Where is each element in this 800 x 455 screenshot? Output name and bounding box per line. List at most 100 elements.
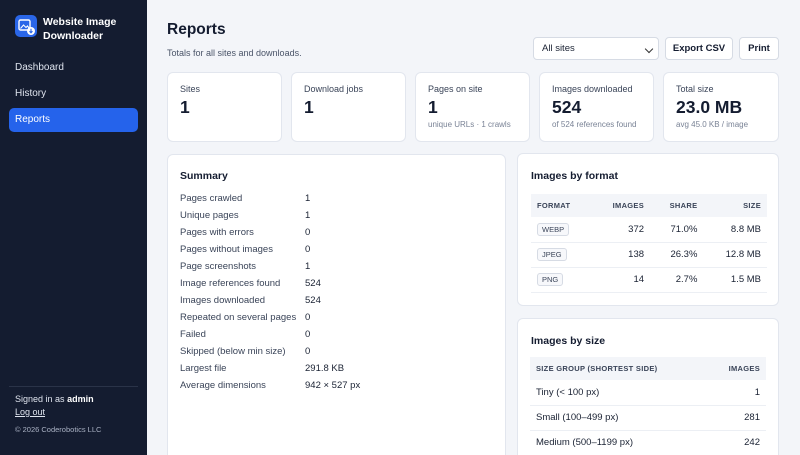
summary-value: 0	[305, 329, 311, 340]
format-cell: PNG	[531, 267, 592, 293]
stat-value: 1	[304, 97, 314, 117]
brand-name: Website Image Downloader	[43, 16, 117, 42]
stat-label: Total size	[676, 84, 714, 94]
stat-subtext: unique URLs · 1 crawls	[428, 120, 511, 129]
format-cell: WEBP	[531, 217, 592, 243]
sidebar-divider	[9, 386, 138, 387]
summary-row: Failed 0	[180, 329, 360, 346]
page-subtitle: Totals for all sites and downloads.	[167, 48, 302, 58]
share-cell: 2.7%	[650, 267, 704, 293]
stat-subtext: of 524 references found	[552, 120, 637, 129]
summary-key: Pages without images	[180, 244, 273, 255]
images-cell: 242	[708, 430, 766, 455]
column-header: SIZE GROUP (SHORTEST SIDE)	[530, 357, 709, 380]
print-button[interactable]: Print	[739, 37, 779, 60]
page-title: Reports	[167, 21, 226, 38]
table-row: PNG 14 2.7% 1.5 MB	[531, 267, 767, 293]
stat-label: Images downloaded	[552, 84, 633, 94]
stat-label: Download jobs	[304, 84, 364, 94]
size-table: SIZE GROUP (SHORTEST SIDE) IMAGES Tiny (…	[530, 357, 766, 455]
summary-value: 0	[305, 312, 311, 323]
size-cell: 8.8 MB	[703, 217, 767, 243]
format-cell: JPEG	[531, 242, 592, 268]
images-cell: 138	[591, 242, 651, 268]
summary-row: Largest file 291.8 KB	[180, 363, 360, 380]
summary-value: 1	[305, 193, 311, 204]
summary-row: Images downloaded 524	[180, 295, 360, 312]
stat-value: 1	[180, 97, 190, 117]
summary-row: Pages without images 0	[180, 244, 360, 261]
sidebar-item-reports[interactable]: Reports	[9, 108, 138, 132]
summary-row: Average dimensions 942 × 527 px	[180, 380, 360, 397]
images-cell: 372	[591, 217, 651, 243]
summary-row: Pages crawled 1	[180, 193, 360, 210]
site-filter-value: All sites	[542, 43, 575, 54]
signed-in-user: admin	[67, 394, 94, 404]
summary-row: Image references found 524	[180, 278, 360, 295]
stat-label: Sites	[180, 84, 201, 94]
summary-value: 1	[305, 210, 311, 221]
summary-list: Pages crawled 1 Unique pages 1 Pages with …	[180, 193, 360, 397]
summary-key: Largest file	[180, 363, 227, 374]
stat-card-images-downloaded: Images downloaded 524 of 524 references …	[539, 72, 654, 142]
summary-key: Average dimensions	[180, 380, 266, 391]
summary-value: 0	[305, 227, 311, 238]
table-row: Small (100–499 px) 281	[530, 405, 766, 431]
image-download-icon	[15, 15, 37, 37]
summary-value: 524	[305, 278, 321, 289]
sidebar-item-dashboard[interactable]: Dashboard	[9, 56, 138, 80]
summary-value: 0	[305, 346, 311, 357]
size-group-cell: Medium (500–1199 px)	[530, 430, 709, 455]
format-badge: PNG	[537, 273, 564, 286]
format-badge: WEBP	[537, 222, 570, 236]
stat-value: 23.0 MB	[676, 97, 743, 117]
stat-card-total-size: Total size 23.0 MB avg 45.0 KB / image	[663, 72, 779, 142]
chevron-down-icon	[644, 44, 654, 54]
summary-title: Summary	[180, 170, 228, 182]
stat-subtext: avg 45.0 KB / image	[676, 120, 749, 129]
summary-value: 942 × 527 px	[305, 380, 361, 391]
column-header: SHARE	[650, 194, 704, 217]
images-by-format-title: Images by format	[531, 170, 618, 182]
summary-key: Pages crawled	[180, 193, 243, 204]
summary-card: Summary Pages crawled 1 Unique pages 1 Pag…	[167, 154, 506, 455]
column-header: IMAGES	[708, 357, 766, 380]
format-badge: JPEG	[537, 248, 567, 261]
summary-row: Repeated on several pages 0	[180, 312, 360, 329]
sidebar: Website Image Downloader Dashboard Histo…	[0, 0, 147, 455]
stat-value: 524	[552, 97, 582, 117]
sidebar-item-history[interactable]: History	[9, 82, 138, 106]
summary-value: 1	[305, 261, 311, 272]
column-header: IMAGES	[591, 194, 651, 217]
summary-key: Unique pages	[180, 210, 239, 221]
brand[interactable]: Website Image Downloader	[15, 15, 143, 43]
table-row: WEBP 372 71.0% 8.8 MB	[531, 217, 767, 243]
stat-label: Pages on site	[428, 84, 483, 94]
stat-card-sites: Sites 1	[167, 72, 282, 142]
images-by-format-card: Images by format FORMAT IMAGES SHARE SIZ…	[517, 153, 779, 306]
table-row: Tiny (< 100 px) 1	[530, 380, 766, 406]
size-table-header: SIZE GROUP (SHORTEST SIDE) IMAGES	[530, 357, 766, 380]
site-filter-select[interactable]: All sites	[533, 37, 659, 60]
images-cell: 281	[708, 405, 766, 431]
export-csv-button[interactable]: Export CSV	[665, 37, 733, 60]
summary-value: 291.8 KB	[305, 363, 345, 374]
signed-in-text: Signed in as admin	[15, 394, 94, 404]
summary-row: Skipped (below min size) 0	[180, 346, 360, 363]
summary-key: Repeated on several pages	[180, 312, 297, 323]
summary-key: Images downloaded	[180, 295, 266, 306]
stat-card-download-jobs: Download jobs 1	[291, 72, 406, 142]
summary-row: Page screenshots 1	[180, 261, 360, 278]
images-by-size-title: Images by size	[531, 335, 606, 347]
column-header: SIZE	[703, 194, 767, 217]
table-row: Medium (500–1199 px) 242	[530, 430, 766, 455]
stat-card-pages-on-site: Pages on site 1 unique URLs · 1 crawls	[415, 72, 530, 142]
sidebar-nav: Dashboard History Reports	[9, 56, 138, 134]
size-group-cell: Tiny (< 100 px)	[530, 380, 709, 406]
column-header: FORMAT	[531, 194, 592, 217]
summary-row: Pages with errors 0	[180, 227, 360, 244]
stat-value: 1	[428, 97, 438, 117]
logout-link[interactable]: Log out	[15, 407, 45, 417]
copyright: © 2026 Coderobotics LLC	[15, 425, 102, 434]
size-group-cell: Small (100–499 px)	[530, 405, 709, 431]
